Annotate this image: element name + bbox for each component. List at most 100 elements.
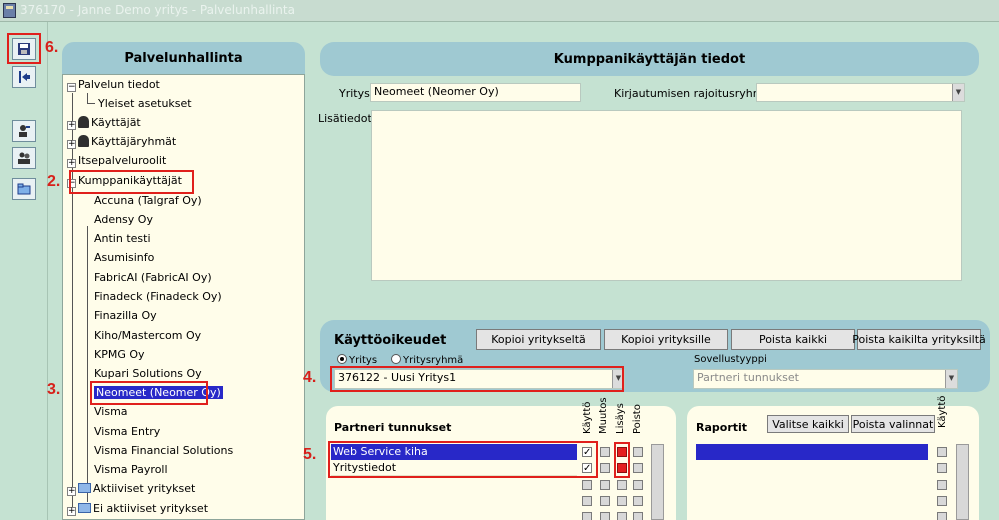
radio-company-group[interactable]: Yritysryhmä xyxy=(391,354,463,366)
expand-icon[interactable]: + xyxy=(67,507,76,516)
expand-icon[interactable]: + xyxy=(67,159,76,168)
tree-node-palvelun-tiedot[interactable]: − Palvelun tiedot xyxy=(67,76,160,94)
partner-item[interactable]: Kiho/Mastercom Oy xyxy=(94,327,201,345)
lisays-checkbox[interactable] xyxy=(617,480,627,490)
partner-ids-scrollbar[interactable] xyxy=(651,444,664,520)
muutos-checkbox[interactable] xyxy=(600,496,610,506)
service-tree-panel: Palvelunhallinta − Palvelun tiedot Yleise… xyxy=(62,42,305,520)
col-muutos: Muutos xyxy=(598,397,609,434)
company-field[interactable]: Neomeet (Neomer Oy) xyxy=(370,83,581,102)
user-group-icon xyxy=(18,152,30,164)
partner-ids-heading: Partneri tunnukset xyxy=(334,421,452,434)
window-titlebar: 376170 - Janne Demo yritys - Palvelunhal… xyxy=(0,0,999,22)
annotation-3: 3. xyxy=(47,381,61,398)
reports-scrollbar[interactable] xyxy=(956,444,969,520)
kaytto-checkbox[interactable] xyxy=(582,512,592,520)
tree-node-yleiset-asetukset[interactable]: Yleiset asetukset xyxy=(98,95,192,113)
partner-item[interactable]: Visma Entry xyxy=(94,423,160,441)
col-lisays: Lisäys xyxy=(615,403,626,434)
copy-to-companies-button[interactable]: Kopioi yrityksille xyxy=(604,329,728,350)
lisays-checkbox[interactable] xyxy=(617,512,627,520)
poisto-checkbox[interactable] xyxy=(633,447,643,457)
highlight-neomeet xyxy=(90,381,208,405)
muutos-checkbox[interactable] xyxy=(600,463,610,473)
tree-node-kayttajaryhmat[interactable]: + Käyttäjäryhmät xyxy=(67,133,176,151)
reports-col-kaytto: Käyttö xyxy=(937,395,948,428)
radio-selected-icon[interactable] xyxy=(337,354,347,364)
user-edit-icon xyxy=(19,125,30,137)
radio-company[interactable]: Yritys xyxy=(337,354,377,366)
folder-icon xyxy=(78,483,91,493)
user-icon xyxy=(78,116,89,128)
tree-node-aktiiviset[interactable]: + Aktiiviset yritykset xyxy=(67,480,195,498)
col-kaytto: Käyttö xyxy=(582,401,593,434)
kaytto-checkbox[interactable] xyxy=(582,480,592,490)
lisays-checkbox[interactable] xyxy=(617,496,627,506)
login-group-label: Kirjautumisen rajoitusryhmä xyxy=(614,87,771,100)
select-all-button[interactable]: Valitse kaikki xyxy=(767,415,849,433)
highlight-partner-rows xyxy=(328,441,598,478)
app-icon xyxy=(3,3,16,18)
chevron-down-icon[interactable]: ▼ xyxy=(945,370,957,388)
partner-item[interactable]: Accuna (Talgraf Oy) xyxy=(94,192,202,210)
partner-item[interactable]: FabricAI (FabricAI Oy) xyxy=(94,269,212,287)
exit-button[interactable] xyxy=(12,66,36,88)
partner-item[interactable]: Finazilla Oy xyxy=(94,307,157,325)
app-type-select[interactable]: Partneri tunnukset ▼ xyxy=(693,369,958,389)
copy-from-company-button[interactable]: Kopioi yritykseltä xyxy=(476,329,601,350)
remove-all-from-companies-button[interactable]: Poista kaikilta yrityksiltä xyxy=(852,329,986,350)
exit-icon xyxy=(19,71,30,83)
poisto-checkbox[interactable] xyxy=(633,496,643,506)
partner-item[interactable]: Adensy Oy xyxy=(94,211,153,229)
expand-icon[interactable]: + xyxy=(67,121,76,130)
expand-icon[interactable]: + xyxy=(67,487,76,496)
chevron-down-icon[interactable]: ▼ xyxy=(952,84,964,101)
muutos-checkbox[interactable] xyxy=(600,512,610,520)
partner-item[interactable]: Visma xyxy=(94,403,128,421)
annotation-5: 5. xyxy=(303,446,317,463)
partner-item[interactable]: Visma Payroll xyxy=(94,461,168,479)
partner-item[interactable]: Finadeck (Finadeck Oy) xyxy=(94,288,222,306)
annotation-2: 2. xyxy=(47,173,61,190)
partner-item[interactable]: Antin testi xyxy=(94,230,151,248)
app-type-label: Sovellustyyppi xyxy=(694,354,767,365)
report-kaytto-checkbox[interactable] xyxy=(937,512,947,520)
muutos-checkbox[interactable] xyxy=(600,447,610,457)
tree-panel-title: Palvelunhallinta xyxy=(62,42,305,74)
collapse-icon[interactable]: − xyxy=(67,83,76,92)
report-kaytto-checkbox[interactable] xyxy=(937,480,947,490)
report-kaytto-checkbox[interactable] xyxy=(937,496,947,506)
poisto-checkbox[interactable] xyxy=(633,480,643,490)
partner-item[interactable]: Asumisinfo xyxy=(94,249,154,267)
report-row-selected[interactable] xyxy=(696,444,928,460)
tree-node-itsepalveluroolit[interactable]: + Itsepalveluroolit xyxy=(67,152,166,170)
user-group-icon xyxy=(78,135,89,147)
kaytto-checkbox[interactable] xyxy=(582,496,592,506)
radio-icon[interactable] xyxy=(391,354,401,364)
tree-node-ei-aktiiviset[interactable]: + Ei aktiiviset yritykset xyxy=(67,500,208,518)
muutos-checkbox[interactable] xyxy=(600,480,610,490)
rights-heading: Käyttöoikeudet xyxy=(334,333,447,348)
reports-heading: Raportit xyxy=(696,421,748,434)
tree-node-kayttajat[interactable]: + Käyttäjät xyxy=(67,114,141,132)
report-kaytto-checkbox[interactable] xyxy=(937,463,947,473)
clear-selection-button[interactable]: Poista valinnat xyxy=(851,415,935,433)
expand-icon[interactable]: + xyxy=(67,140,76,149)
remove-all-button[interactable]: Poista kaikki xyxy=(731,329,855,350)
col-poisto: Poisto xyxy=(632,404,643,434)
service-tree: − Palvelun tiedot Yleiset asetukset + Käyt… xyxy=(62,74,305,520)
notes-textarea[interactable] xyxy=(371,110,962,281)
login-group-select[interactable]: ▼ xyxy=(756,83,965,102)
poisto-checkbox[interactable] xyxy=(633,463,643,473)
highlight-save xyxy=(7,33,41,64)
report-kaytto-checkbox[interactable] xyxy=(937,447,947,457)
partner-item[interactable]: KPMG Oy xyxy=(94,346,145,364)
partner-item[interactable]: Visma Financial Solutions xyxy=(94,442,233,460)
folder-tool-button[interactable] xyxy=(12,178,36,200)
group-tool-button[interactable] xyxy=(12,147,36,169)
poisto-checkbox[interactable] xyxy=(633,512,643,520)
highlight-kumppanikayttajat xyxy=(69,170,194,194)
vertical-toolbar xyxy=(0,22,48,520)
folder-icon xyxy=(17,183,31,195)
user-tool-button[interactable] xyxy=(12,120,36,142)
